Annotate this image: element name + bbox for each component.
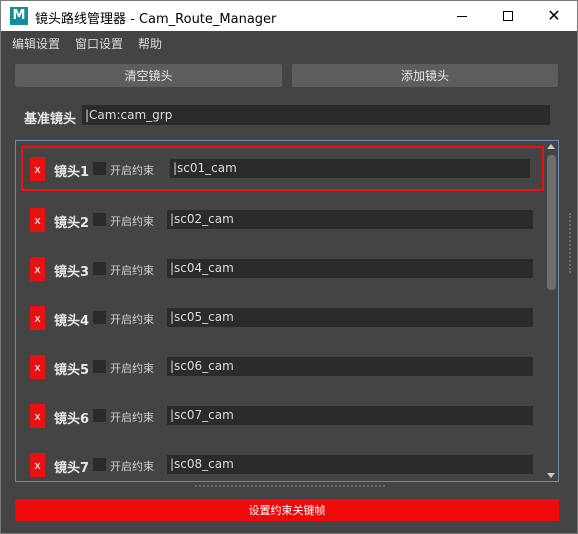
camera-row: x 镜头6 开启约束 |sc07_cam	[16, 400, 536, 436]
base-camera-label: 基准镜头	[24, 112, 77, 127]
vertical-scrollbar[interactable]	[544, 142, 558, 480]
camera-label: 镜头3	[54, 265, 90, 280]
menu-help[interactable]: 帮助	[138, 35, 162, 52]
add-camera-button[interactable]: 添加镜头	[292, 64, 558, 87]
clear-cameras-button[interactable]: 清空镜头	[15, 64, 282, 87]
scroll-up-arrow-icon[interactable]	[547, 144, 555, 149]
camera-label: 镜头6	[54, 412, 90, 427]
menu-edit-settings[interactable]: 编辑设置	[12, 35, 60, 52]
camera-name-field[interactable]: |sc02_cam	[167, 210, 533, 229]
camera-label: 镜头7	[54, 461, 90, 476]
camera-name-field[interactable]: |sc07_cam	[167, 406, 533, 425]
delete-camera-button[interactable]: x	[30, 208, 45, 232]
minimize-icon	[457, 15, 467, 17]
close-button[interactable]: ✕	[531, 1, 577, 31]
delete-camera-button[interactable]: x	[30, 355, 45, 379]
camera-row: x 镜头1 开启约束 |sc01_cam	[16, 153, 536, 189]
camera-name-field[interactable]: |sc01_cam	[170, 159, 530, 178]
constraint-label: 开启约束	[110, 215, 154, 228]
delete-camera-button[interactable]: x	[30, 404, 45, 428]
camera-row: x 镜头5 开启约束 |sc06_cam	[16, 351, 536, 387]
camera-row: x 镜头3 开启约束 |sc04_cam	[16, 253, 536, 289]
constraint-checkbox[interactable]	[93, 262, 106, 275]
camera-row: x 镜头7 开启约束 |sc08_cam	[16, 449, 536, 481]
camera-name-field[interactable]: |sc06_cam	[167, 357, 533, 376]
constraint-checkbox[interactable]	[93, 311, 106, 324]
constraint-checkbox[interactable]	[93, 458, 106, 471]
constraint-checkbox[interactable]	[93, 162, 106, 175]
camera-row: x 镜头4 开启约束 |sc05_cam	[16, 302, 536, 338]
delete-camera-button[interactable]: x	[30, 453, 45, 477]
window-title: 镜头路线管理器 - Cam_Route_Manager	[35, 12, 277, 27]
delete-camera-button[interactable]: x	[30, 157, 45, 181]
side-resize-handle[interactable]	[569, 213, 571, 273]
app-window: M 镜头路线管理器 - Cam_Route_Manager ✕ 编辑设置 窗口设…	[0, 0, 578, 534]
camera-label: 镜头1	[54, 165, 90, 180]
close-icon: ✕	[547, 6, 561, 25]
camera-label: 镜头5	[54, 363, 90, 378]
camera-label: 镜头2	[54, 216, 90, 231]
camera-label: 镜头4	[54, 314, 90, 329]
camera-name-field[interactable]: |sc08_cam	[167, 455, 533, 474]
maya-logo-icon: M	[10, 7, 28, 25]
menu-bar: 编辑设置 窗口设置 帮助	[1, 31, 577, 55]
camera-list-panel[interactable]: x 镜头1 开启约束 |sc01_cam x 镜头2 开启约束 |sc02_ca…	[15, 140, 559, 482]
delete-camera-button[interactable]: x	[30, 257, 45, 281]
constraint-checkbox[interactable]	[93, 213, 106, 226]
constraint-label: 开启约束	[110, 164, 154, 177]
constraint-label: 开启约束	[110, 313, 154, 326]
delete-camera-button[interactable]: x	[30, 306, 45, 330]
maximize-button[interactable]	[485, 1, 531, 31]
scroll-down-arrow-icon[interactable]	[547, 473, 555, 478]
constraint-label: 开启约束	[110, 264, 154, 277]
constraint-label: 开启约束	[110, 460, 154, 473]
camera-name-field[interactable]: |sc05_cam	[167, 308, 533, 327]
constraint-checkbox[interactable]	[93, 360, 106, 373]
maximize-icon	[503, 11, 513, 21]
splitter-handle[interactable]	[195, 485, 385, 487]
menu-window-settings[interactable]: 窗口设置	[75, 35, 123, 52]
scroll-thumb[interactable]	[547, 155, 556, 290]
set-constraint-keyframe-button[interactable]: 设置约束关键帧	[15, 499, 559, 521]
constraint-label: 开启约束	[110, 362, 154, 375]
title-bar[interactable]: M 镜头路线管理器 - Cam_Route_Manager ✕	[1, 1, 577, 31]
base-camera-field[interactable]: |Cam:cam_grp	[82, 105, 550, 125]
camera-row: x 镜头2 开启约束 |sc02_cam	[16, 204, 536, 240]
camera-name-field[interactable]: |sc04_cam	[167, 259, 533, 278]
constraint-label: 开启约束	[110, 411, 154, 424]
minimize-button[interactable]	[439, 1, 485, 31]
constraint-checkbox[interactable]	[93, 409, 106, 422]
